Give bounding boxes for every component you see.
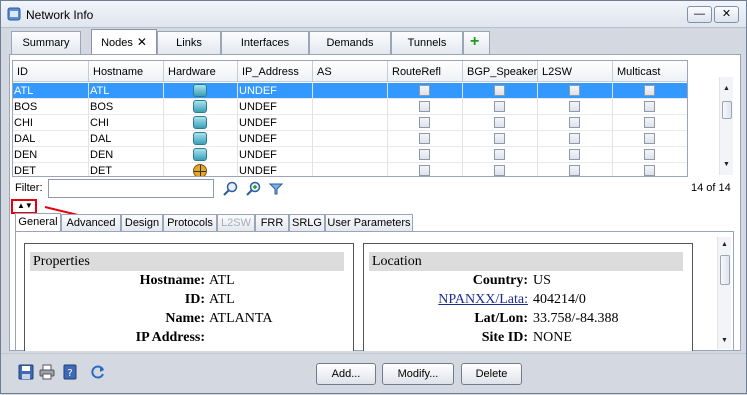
hostname-value: ATL	[209, 273, 235, 288]
id-value: ATL	[209, 292, 235, 307]
scroll-up-icon[interactable]: ▲	[721, 241, 728, 248]
modify-button[interactable]: Modify...	[382, 363, 454, 385]
scroll-thumb[interactable]	[720, 255, 730, 285]
add-button[interactable]: Add...	[316, 363, 376, 385]
lat-lon-value: 33.758/-84.388	[533, 311, 619, 326]
hostname-label: Hostname:	[139, 273, 205, 288]
tab-general[interactable]: General	[15, 213, 61, 232]
svg-text:?: ?	[67, 368, 72, 379]
tab-label: General	[18, 216, 58, 228]
id-label: ID:	[184, 292, 205, 307]
refresh-icon[interactable]	[90, 364, 106, 380]
npanxx-lata-value: 404214/0	[533, 292, 586, 307]
country-label: Country:	[472, 273, 528, 288]
print-icon[interactable]	[39, 364, 55, 380]
lat-lon-label: Lat/Lon:	[474, 311, 528, 326]
tab-advanced[interactable]: Advanced	[61, 214, 121, 231]
delete-button[interactable]: Delete	[461, 363, 522, 385]
tab-label: Design	[124, 217, 160, 229]
scroll-down-icon[interactable]: ▼	[721, 337, 728, 344]
tab-label: User Parameters	[327, 217, 411, 229]
site-id-label: Site ID:	[481, 330, 528, 345]
location-heading: Location	[369, 252, 683, 271]
tab-frr[interactable]: FRR	[255, 214, 289, 231]
tab-label: Advanced	[66, 217, 116, 229]
site-id-value: NONE	[533, 330, 572, 345]
tab-user-parameters[interactable]: User Parameters	[325, 214, 413, 231]
tab-design[interactable]: Design	[121, 214, 163, 231]
tab-label: L2SW	[221, 217, 251, 229]
tab-label: FRR	[260, 217, 284, 229]
name-value: ATLANTA	[209, 311, 273, 326]
details-scrollbar[interactable]: ▲ ▼	[717, 237, 731, 349]
country-value: US	[533, 273, 551, 288]
tab-srlg[interactable]: SRLG	[289, 214, 325, 231]
npanxx-lata-link[interactable]: NPANXX/Lata:	[401, 292, 528, 308]
name-label: Name:	[165, 311, 205, 326]
tab-label: Protocols	[167, 217, 213, 229]
tab-protocols[interactable]: Protocols	[163, 214, 217, 231]
tab-l2sw: L2SW	[217, 214, 255, 231]
properties-heading: Properties	[30, 252, 344, 271]
help-icon[interactable]: ?	[62, 364, 78, 380]
save-icon[interactable]	[18, 364, 34, 380]
tab-label: SRLG	[292, 217, 322, 229]
ip-address-label: IP Address:	[135, 330, 205, 345]
network-info-window: Network Info — ✕ Summary Nodes ✕ Links In…	[0, 0, 747, 394]
